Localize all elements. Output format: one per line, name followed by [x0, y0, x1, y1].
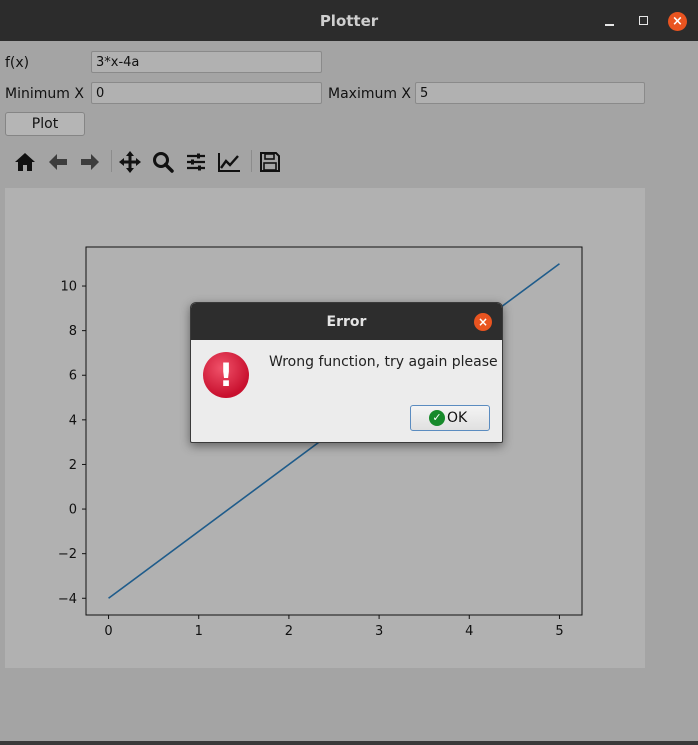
ok-button-label: OK: [447, 410, 468, 426]
plot-button[interactable]: Plot: [5, 112, 85, 136]
window-title: Plotter: [319, 12, 379, 30]
error-icon: !: [203, 352, 249, 398]
x-tick-label: 4: [465, 624, 473, 639]
navigation-toolbar: [0, 143, 698, 179]
x-tick-label: 0: [104, 624, 112, 639]
error-message: Wrong function, try again please: [269, 354, 498, 370]
x-tick-label: 3: [375, 624, 383, 639]
window-close-button[interactable]: ×: [668, 12, 687, 31]
zoom-icon[interactable]: [150, 149, 176, 175]
y-tick-label: −4: [58, 592, 77, 607]
toolbar-separator: [251, 150, 252, 172]
dialog-title-bar[interactable]: Error ×: [191, 303, 502, 340]
x-tick-label: 2: [285, 624, 293, 639]
max-x-input[interactable]: [415, 82, 645, 104]
dialog-title: Error: [326, 314, 367, 330]
checkmark-icon: ✓: [429, 410, 445, 426]
min-x-label: Minimum X: [5, 86, 84, 102]
min-x-input[interactable]: [91, 82, 322, 104]
y-tick-label: −2: [58, 547, 77, 562]
maximize-button[interactable]: [634, 11, 654, 31]
x-tick-label: 1: [195, 624, 203, 639]
x-tick-label: 5: [555, 624, 563, 639]
pan-icon[interactable]: [117, 149, 143, 175]
y-tick-label: 0: [69, 503, 77, 518]
y-tick-label: 10: [60, 280, 77, 295]
window-bottom-edge: [0, 741, 698, 745]
max-x-label: Maximum X: [328, 86, 412, 102]
forward-arrow-icon[interactable]: [77, 149, 103, 175]
y-tick-label: 6: [69, 369, 77, 384]
error-dialog: Error × ! Wrong function, try again plea…: [190, 302, 503, 443]
dialog-close-button[interactable]: ×: [474, 313, 492, 331]
home-icon[interactable]: [12, 149, 38, 175]
configure-subplots-icon[interactable]: [183, 149, 209, 175]
function-input[interactable]: [91, 51, 322, 73]
fx-label: f(x): [5, 55, 30, 71]
toolbar-separator: [111, 150, 112, 172]
title-bar[interactable]: Plotter ×: [0, 0, 698, 41]
minimize-button[interactable]: [600, 11, 620, 31]
y-tick-label: 2: [69, 458, 77, 473]
edit-axes-icon[interactable]: [216, 149, 242, 175]
back-arrow-icon[interactable]: [45, 149, 71, 175]
save-icon[interactable]: [257, 149, 283, 175]
plotter-window: Plotter × f(x) Minimum X Maximum X Plot: [0, 0, 698, 745]
y-tick-label: 8: [69, 324, 77, 339]
y-tick-label: 4: [69, 413, 77, 428]
ok-button[interactable]: ✓ OK: [410, 405, 490, 431]
